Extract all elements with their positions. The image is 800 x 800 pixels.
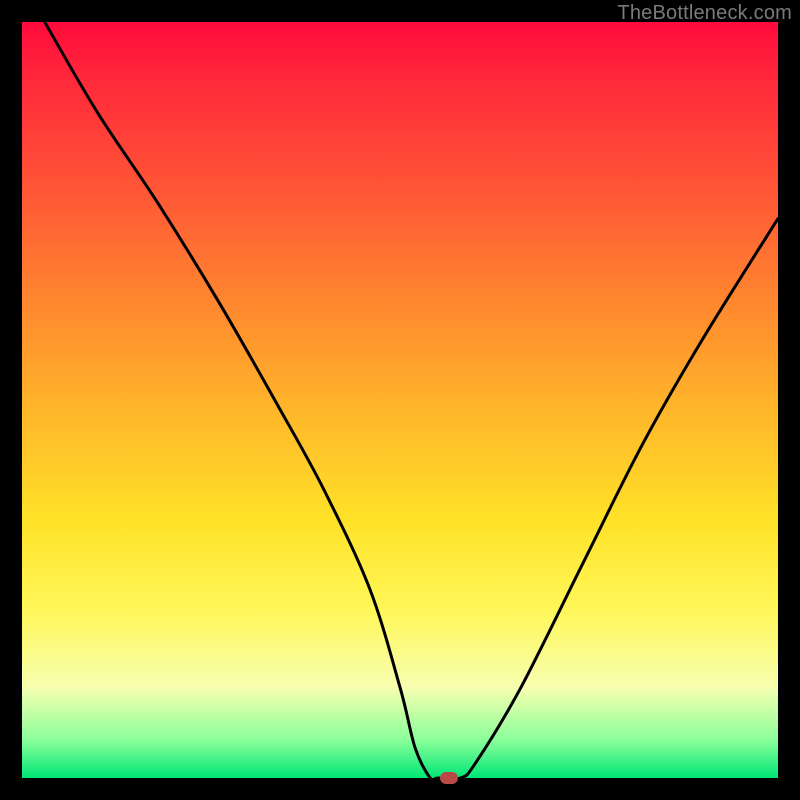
- watermark-text: TheBottleneck.com: [617, 2, 792, 25]
- bottleneck-curve: [45, 22, 778, 780]
- chart-overlay: [22, 22, 778, 778]
- chart-frame: TheBottleneck.com: [0, 0, 800, 800]
- optimal-point-marker: [440, 772, 458, 784]
